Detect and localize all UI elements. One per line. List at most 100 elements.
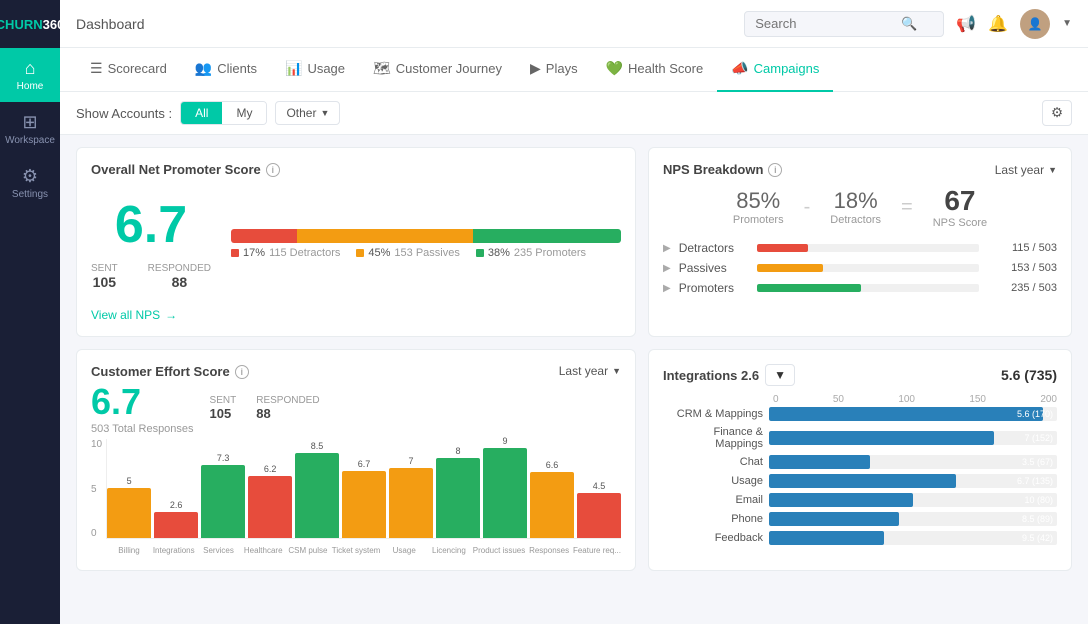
view-all-nps[interactable]: View all NPS → — [91, 308, 621, 322]
tab-customer-journey[interactable]: 🗺 Customer Journey — [359, 48, 516, 92]
bar-billing: 5 — [107, 476, 151, 538]
feedback-bar-bg: 9.5 (42) — [769, 531, 1057, 545]
tab-label: Clients — [217, 61, 257, 76]
chat-bar — [769, 455, 870, 469]
nps-breakdown-header: NPS Breakdown i Last year ▼ — [663, 162, 1057, 177]
integrations-score: 5.6 (735) — [1001, 367, 1057, 383]
breakdown-promoters: ▶ Promoters 235 / 503 — [663, 281, 1057, 295]
phone-bar — [769, 512, 899, 526]
integrations-card: Integrations 2.6 ▼ 5.6 (735) 0 50 100 15… — [648, 349, 1072, 571]
sidebar-item-home[interactable]: ⌂ Home — [0, 48, 60, 102]
ces-chart: 10 5 0 5 2.6 — [91, 439, 621, 556]
chat-bar-bg: 3.5 (67) — [769, 455, 1057, 469]
avatar[interactable]: 👤 — [1020, 9, 1050, 39]
chart-x-labels: Billing Integrations Services Healthcare… — [106, 541, 621, 556]
nps-row: Overall Net Promoter Score i 6.7 SENT 10… — [76, 147, 1072, 337]
search-icon: 🔍 — [901, 16, 917, 32]
notification-icon[interactable]: 🔔 — [988, 14, 1008, 34]
info-icon[interactable]: i — [768, 163, 782, 177]
nps-score: 6.7 — [91, 195, 211, 255]
other-filter[interactable]: Other ▼ — [275, 101, 340, 125]
tab-scorecard[interactable]: ☰ Scorecard — [76, 48, 181, 92]
bar-chart-bars: 5 2.6 7.3 — [106, 439, 621, 539]
period-select[interactable]: Last year ▼ — [995, 163, 1057, 177]
passives-bar — [757, 264, 824, 272]
health-icon: 💚 — [606, 60, 623, 77]
email-bar-bg: 10 (80) — [769, 493, 1057, 507]
info-icon[interactable]: i — [266, 163, 280, 177]
promoters-bar — [757, 284, 861, 292]
nps-stats: SENT 105 RESPONDED 88 — [91, 263, 211, 290]
tab-campaigns[interactable]: 📣 Campaigns — [717, 48, 833, 92]
nav-tabs: ☰ Scorecard 👥 Clients 📊 Usage 🗺 Customer… — [60, 48, 1088, 92]
detractors-bar — [757, 244, 808, 252]
bar-ticket-system: 6.7 — [342, 459, 386, 538]
nps-bar — [231, 229, 621, 243]
tab-label: Usage — [307, 61, 345, 76]
tab-health-score[interactable]: 💚 Health Score — [592, 48, 718, 92]
settings-icon: ⚙ — [22, 166, 38, 187]
sidebar-item-settings[interactable]: ⚙ Settings — [0, 156, 60, 210]
tab-usage[interactable]: 📊 Usage — [271, 48, 359, 92]
tab-label: Customer Journey — [396, 61, 502, 76]
sidebar-item-workspace[interactable]: ⊞ Workspace — [0, 102, 60, 156]
chevron-right-icon[interactable]: ▶ — [663, 283, 671, 294]
ces-card: Customer Effort Score i 6.7 503 Total Re… — [76, 349, 636, 571]
announcement-icon[interactable]: 📢 — [956, 14, 976, 34]
tab-label: Scorecard — [108, 61, 167, 76]
sidebar-item-label: Workspace — [5, 135, 55, 146]
plays-icon: ▶ — [530, 60, 541, 77]
int-row-phone: Phone 8.5 (89) — [663, 512, 1057, 526]
bar-feature-req: 4.5 — [577, 481, 621, 538]
tab-label: Plays — [546, 61, 578, 76]
passives-bar-bg — [757, 264, 979, 272]
nps-legend: 17% 115 Detractors 45% 153 Passives — [231, 247, 621, 259]
chevron-right-icon[interactable]: ▶ — [663, 263, 671, 274]
arrow-right-icon: → — [165, 308, 177, 322]
nps-breakdown-card: NPS Breakdown i Last year ▼ 85% Promoter… — [648, 147, 1072, 337]
tab-label: Health Score — [628, 61, 703, 76]
bar-product-issues: 9 — [483, 436, 527, 538]
int-row-feedback: Feedback 9.5 (42) — [663, 531, 1057, 545]
bar-licencing: 8 — [436, 446, 480, 538]
search-input[interactable] — [755, 16, 895, 31]
usage-bar — [769, 474, 956, 488]
integrations-rows: CRM & Mappings 5.6 (170) Finance & Mappi… — [663, 407, 1057, 545]
bar-services: 7.3 — [201, 453, 245, 538]
integrations-header: Integrations 2.6 ▼ 5.6 (735) — [663, 364, 1057, 386]
ces-header: Customer Effort Score i 6.7 503 Total Re… — [91, 364, 621, 435]
integrations-dropdown[interactable]: ▼ — [765, 364, 795, 386]
chevron-right-icon[interactable]: ▶ — [663, 243, 671, 254]
int-row-finance: Finance & Mappings 7 (152) — [663, 426, 1057, 450]
main-content: Dashboard 🔍 📢 🔔 👤 ▼ ☰ Scorecard 👥 Client… — [60, 0, 1088, 624]
chevron-down-icon: ▼ — [774, 368, 786, 382]
btn-my[interactable]: My — [222, 102, 266, 124]
breakdown-detractors: ▶ Detractors 115 / 503 — [663, 241, 1057, 255]
tab-clients[interactable]: 👥 Clients — [181, 48, 271, 92]
toolbar-right: ⚙ — [1042, 100, 1072, 126]
chart-y-axis: 10 5 0 — [91, 439, 106, 539]
ces-stats: SENT 105 RESPONDED 88 — [210, 395, 320, 421]
detractors-bar-bg — [757, 244, 979, 252]
ces-period-select[interactable]: Last year ▼ — [559, 364, 621, 378]
info-icon[interactable]: i — [235, 365, 249, 379]
tab-label: Campaigns — [754, 61, 820, 76]
overall-nps-card: Overall Net Promoter Score i 6.7 SENT 10… — [76, 147, 636, 337]
chevron-down-icon[interactable]: ▼ — [1062, 18, 1072, 29]
usage-icon: 📊 — [285, 60, 302, 77]
nps-card-title: Overall Net Promoter Score i — [91, 162, 621, 177]
promoters-bar-bg — [757, 284, 979, 292]
tab-plays[interactable]: ▶ Plays — [516, 48, 592, 92]
content-area: Overall Net Promoter Score i 6.7 SENT 10… — [60, 135, 1088, 624]
topbar: Dashboard 🔍 📢 🔔 👤 ▼ — [60, 0, 1088, 48]
chevron-down-icon: ▼ — [1048, 165, 1057, 175]
crm-bar-bg: 5.6 (170) — [769, 407, 1057, 421]
sidebar-item-label: Home — [17, 81, 44, 92]
settings-button[interactable]: ⚙ — [1042, 100, 1072, 126]
btn-all[interactable]: All — [181, 102, 222, 124]
int-row-usage: Usage 6.7 (135) — [663, 474, 1057, 488]
search-box[interactable]: 🔍 — [744, 11, 944, 37]
usage-bar-bg: 6.7 (135) — [769, 474, 1057, 488]
nps-summary: 85% Promoters - 18% Detractors = 67 NPS … — [663, 185, 1057, 229]
bar-csm-pulse: 8.5 — [295, 441, 339, 538]
